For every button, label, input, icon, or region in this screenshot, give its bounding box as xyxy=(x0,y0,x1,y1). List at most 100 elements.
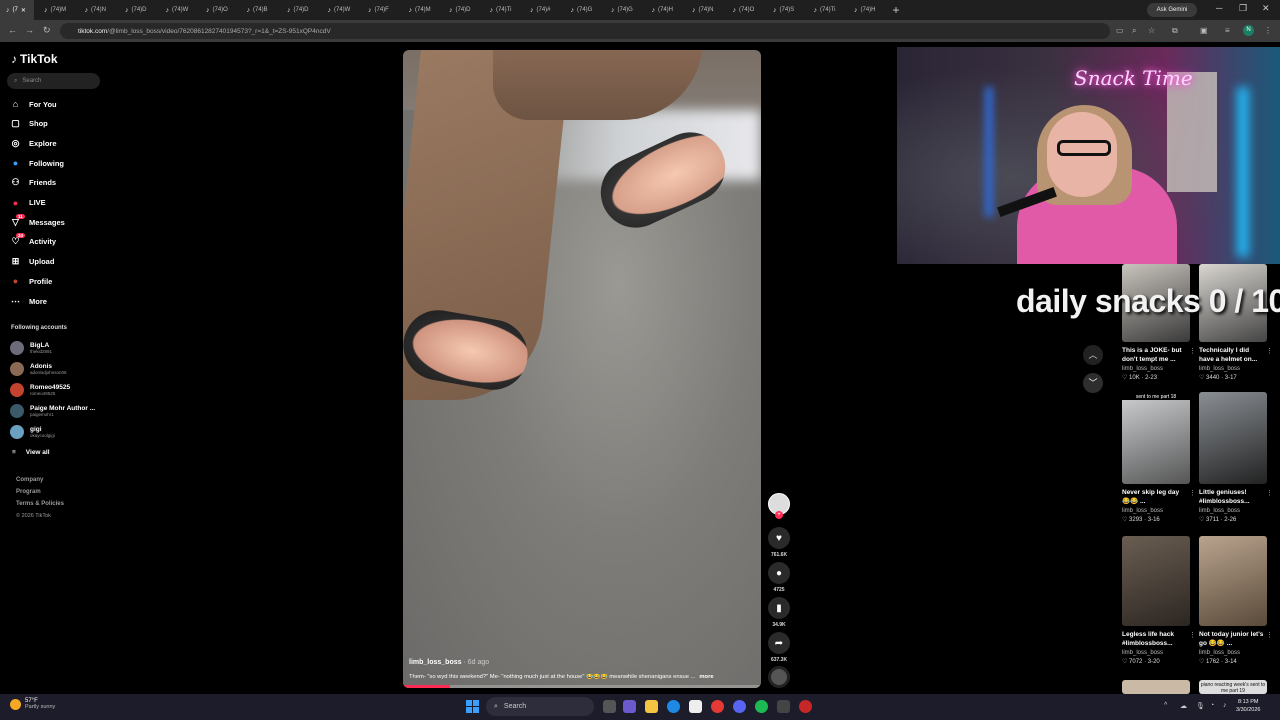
back-icon[interactable]: ← xyxy=(8,25,17,35)
footer-link[interactable]: Terms & Policies xyxy=(16,501,64,507)
next-video-button[interactable]: ﹀ xyxy=(1083,373,1103,393)
browser-tab[interactable]: ♪ (74)D xyxy=(439,0,480,20)
media-icon[interactable]: ≡ xyxy=(1225,26,1230,35)
video-player[interactable]: limb_loss_boss · 6d ago Them- "so wyd th… xyxy=(403,50,761,688)
comment-button[interactable]: ● 4725 xyxy=(768,562,790,593)
like-button[interactable]: ♥ 761.6K xyxy=(768,527,790,558)
related-video-card[interactable]: Not today junior let's go 😂😂 ... limb_los… xyxy=(1199,536,1273,665)
minimize-icon[interactable]: ─ xyxy=(1216,3,1222,13)
onedrive-icon[interactable]: ☁ xyxy=(1180,702,1187,710)
browser-tab[interactable]: ♪ (7 ✕ xyxy=(0,0,34,20)
search-input[interactable]: ⌕ Search xyxy=(7,73,100,89)
sidebar-item-friends[interactable]: ⚇ Friends xyxy=(10,176,56,190)
caption-more-button[interactable]: more xyxy=(699,674,713,680)
footer-link[interactable]: Program xyxy=(16,489,41,495)
related-video-card-partial[interactable] xyxy=(1122,680,1190,694)
tab-search-icon[interactable]: ▣ xyxy=(1200,26,1208,35)
sidebar-item-profile[interactable]: ● Profile xyxy=(10,274,53,288)
related-video-card[interactable]: Technically I did have a helmet on... lim… xyxy=(1199,264,1273,381)
browser-tab[interactable]: ♪ (74)W xyxy=(318,0,359,20)
browser-tab[interactable]: ♪ (74)O xyxy=(196,0,237,20)
more-options-icon[interactable]: ⋮ xyxy=(1266,347,1273,355)
mic-icon[interactable]: 🎙 xyxy=(1196,702,1205,710)
browser-tab[interactable]: ♪ (74)Ti xyxy=(804,0,845,20)
browser-tab[interactable]: ♪ (74)B xyxy=(237,0,278,20)
browser-tab[interactable]: ♪ (74)M xyxy=(399,0,440,20)
video-progress-bar[interactable] xyxy=(403,685,761,688)
related-video-card[interactable]: sent to me part 18 Never skip leg day 😂😂 … xyxy=(1122,392,1196,523)
browser-tab[interactable]: ♪ (74)N xyxy=(75,0,116,20)
app-icon[interactable] xyxy=(777,700,790,713)
edge-icon[interactable] xyxy=(667,700,680,713)
more-options-icon[interactable]: ⋮ xyxy=(1189,347,1196,355)
spotify-icon[interactable] xyxy=(755,700,768,713)
store-icon[interactable] xyxy=(689,700,702,713)
start-button[interactable] xyxy=(466,700,479,713)
browser-tab[interactable]: ♪ (74)W xyxy=(156,0,197,20)
task-view-icon[interactable] xyxy=(603,700,616,713)
browser-tab[interactable]: ♪ (74)H xyxy=(844,0,885,20)
browser-tab[interactable]: ♪ (74)F xyxy=(358,0,399,20)
weather-widget[interactable]: 57°F Partly sunny xyxy=(10,698,55,710)
browser-tab[interactable]: ♪ (74)G xyxy=(601,0,642,20)
footer-link[interactable]: Company xyxy=(16,477,43,483)
zoom-icon[interactable]: ⌕ xyxy=(1132,26,1136,36)
browser-tab[interactable]: ♪ (74)D xyxy=(277,0,318,20)
browser-tab[interactable]: ♪ (74)N xyxy=(682,0,723,20)
more-options-icon[interactable]: ⋮ xyxy=(1189,631,1196,639)
browser-tab[interactable]: ♪ (74)# xyxy=(520,0,561,20)
taskbar-search[interactable]: ⌕ Search xyxy=(486,697,594,716)
browser-tab[interactable]: ♪ (74)D xyxy=(115,0,156,20)
bookmark-star-icon[interactable]: ☆ xyxy=(1148,26,1155,35)
following-account[interactable]: Paige Mohr Author ... paigemohr1 xyxy=(10,402,95,420)
file-explorer-icon[interactable] xyxy=(645,700,658,713)
chevron-up-icon[interactable]: ^ xyxy=(1164,702,1167,709)
following-account[interactable]: BigLA thekid2891 xyxy=(10,339,52,357)
discord-icon[interactable] xyxy=(733,700,746,713)
system-clock[interactable]: 8:13 PM 3/30/2026 xyxy=(1236,698,1260,714)
music-disc-icon[interactable] xyxy=(768,666,790,688)
forward-icon[interactable]: → xyxy=(25,25,34,35)
new-tab-button[interactable]: + xyxy=(893,3,900,17)
video-author[interactable]: limb_loss_boss · 6d ago xyxy=(409,659,489,666)
related-video-card[interactable]: Little geniuses! #limblossboss... limb_lo… xyxy=(1199,392,1273,523)
sidebar-item-messages[interactable]: ▽ 11 Messages xyxy=(10,213,65,229)
extensions-icon[interactable]: ⧉ xyxy=(1172,26,1178,36)
browser-tab[interactable]: ♪ (74)M xyxy=(34,0,75,20)
sidebar-item-more[interactable]: ⋯ More xyxy=(10,294,47,308)
chrome-icon[interactable] xyxy=(711,700,724,713)
sidebar-item-following[interactable]: ● Following xyxy=(10,156,64,170)
sidebar-item-live[interactable]: ● LIVE xyxy=(10,196,46,210)
save-button[interactable]: ▮ 34.9K xyxy=(768,597,790,628)
browser-menu-icon[interactable]: ⋮ xyxy=(1264,26,1272,35)
more-options-icon[interactable]: ⋮ xyxy=(1266,489,1273,497)
wifi-icon[interactable]: ◔ xyxy=(1210,702,1214,709)
follow-plus-icon[interactable]: + xyxy=(775,511,783,519)
sidebar-item-upload[interactable]: ⊞ Upload xyxy=(10,255,55,269)
install-icon[interactable]: ▭ xyxy=(1116,26,1124,35)
more-options-icon[interactable]: ⋮ xyxy=(1266,631,1273,639)
reload-icon[interactable]: ↻ xyxy=(43,25,51,36)
share-button[interactable]: ➦ 637.3K xyxy=(768,632,790,663)
address-bar[interactable]: tiktok.com/@limb_loss_boss/video/7620861… xyxy=(60,23,1110,39)
browser-tab[interactable]: ♪ (74)G xyxy=(561,0,602,20)
related-video-card[interactable]: Legless life hack #limblossboss... limb_l… xyxy=(1122,536,1196,665)
view-all-link[interactable]: ≡ View all xyxy=(12,449,50,456)
following-account[interactable]: Adonis adonisdjohnson06 xyxy=(10,360,67,378)
previous-video-button[interactable]: ︿ xyxy=(1083,345,1103,365)
more-options-icon[interactable]: ⋮ xyxy=(1189,489,1196,497)
following-account[interactable]: gigi okaycoolgigi xyxy=(10,423,55,441)
close-window-icon[interactable]: ✕ xyxy=(1262,3,1270,14)
related-video-card[interactable]: This is a JOKE- but don't tempt me ... li… xyxy=(1122,264,1196,381)
close-tab-icon[interactable]: ✕ xyxy=(21,7,26,14)
tiktok-logo[interactable]: ♪ TikTok xyxy=(11,52,58,66)
obs-icon[interactable] xyxy=(799,700,812,713)
copilot-icon[interactable] xyxy=(623,700,636,713)
sidebar-item-explore[interactable]: ◎ Explore xyxy=(10,136,57,150)
following-account[interactable]: Romeo49525 romeo49525 xyxy=(10,381,70,399)
sidebar-item-for-you[interactable]: ⌂ For You xyxy=(10,97,57,111)
browser-tab[interactable]: ♪ (74)Ti xyxy=(480,0,521,20)
browser-tab[interactable]: ♪ (74)H xyxy=(642,0,683,20)
related-video-card-partial[interactable]: piano reacting week's sent to me part 19 xyxy=(1199,680,1267,694)
maximize-icon[interactable]: ❐ xyxy=(1239,3,1247,14)
